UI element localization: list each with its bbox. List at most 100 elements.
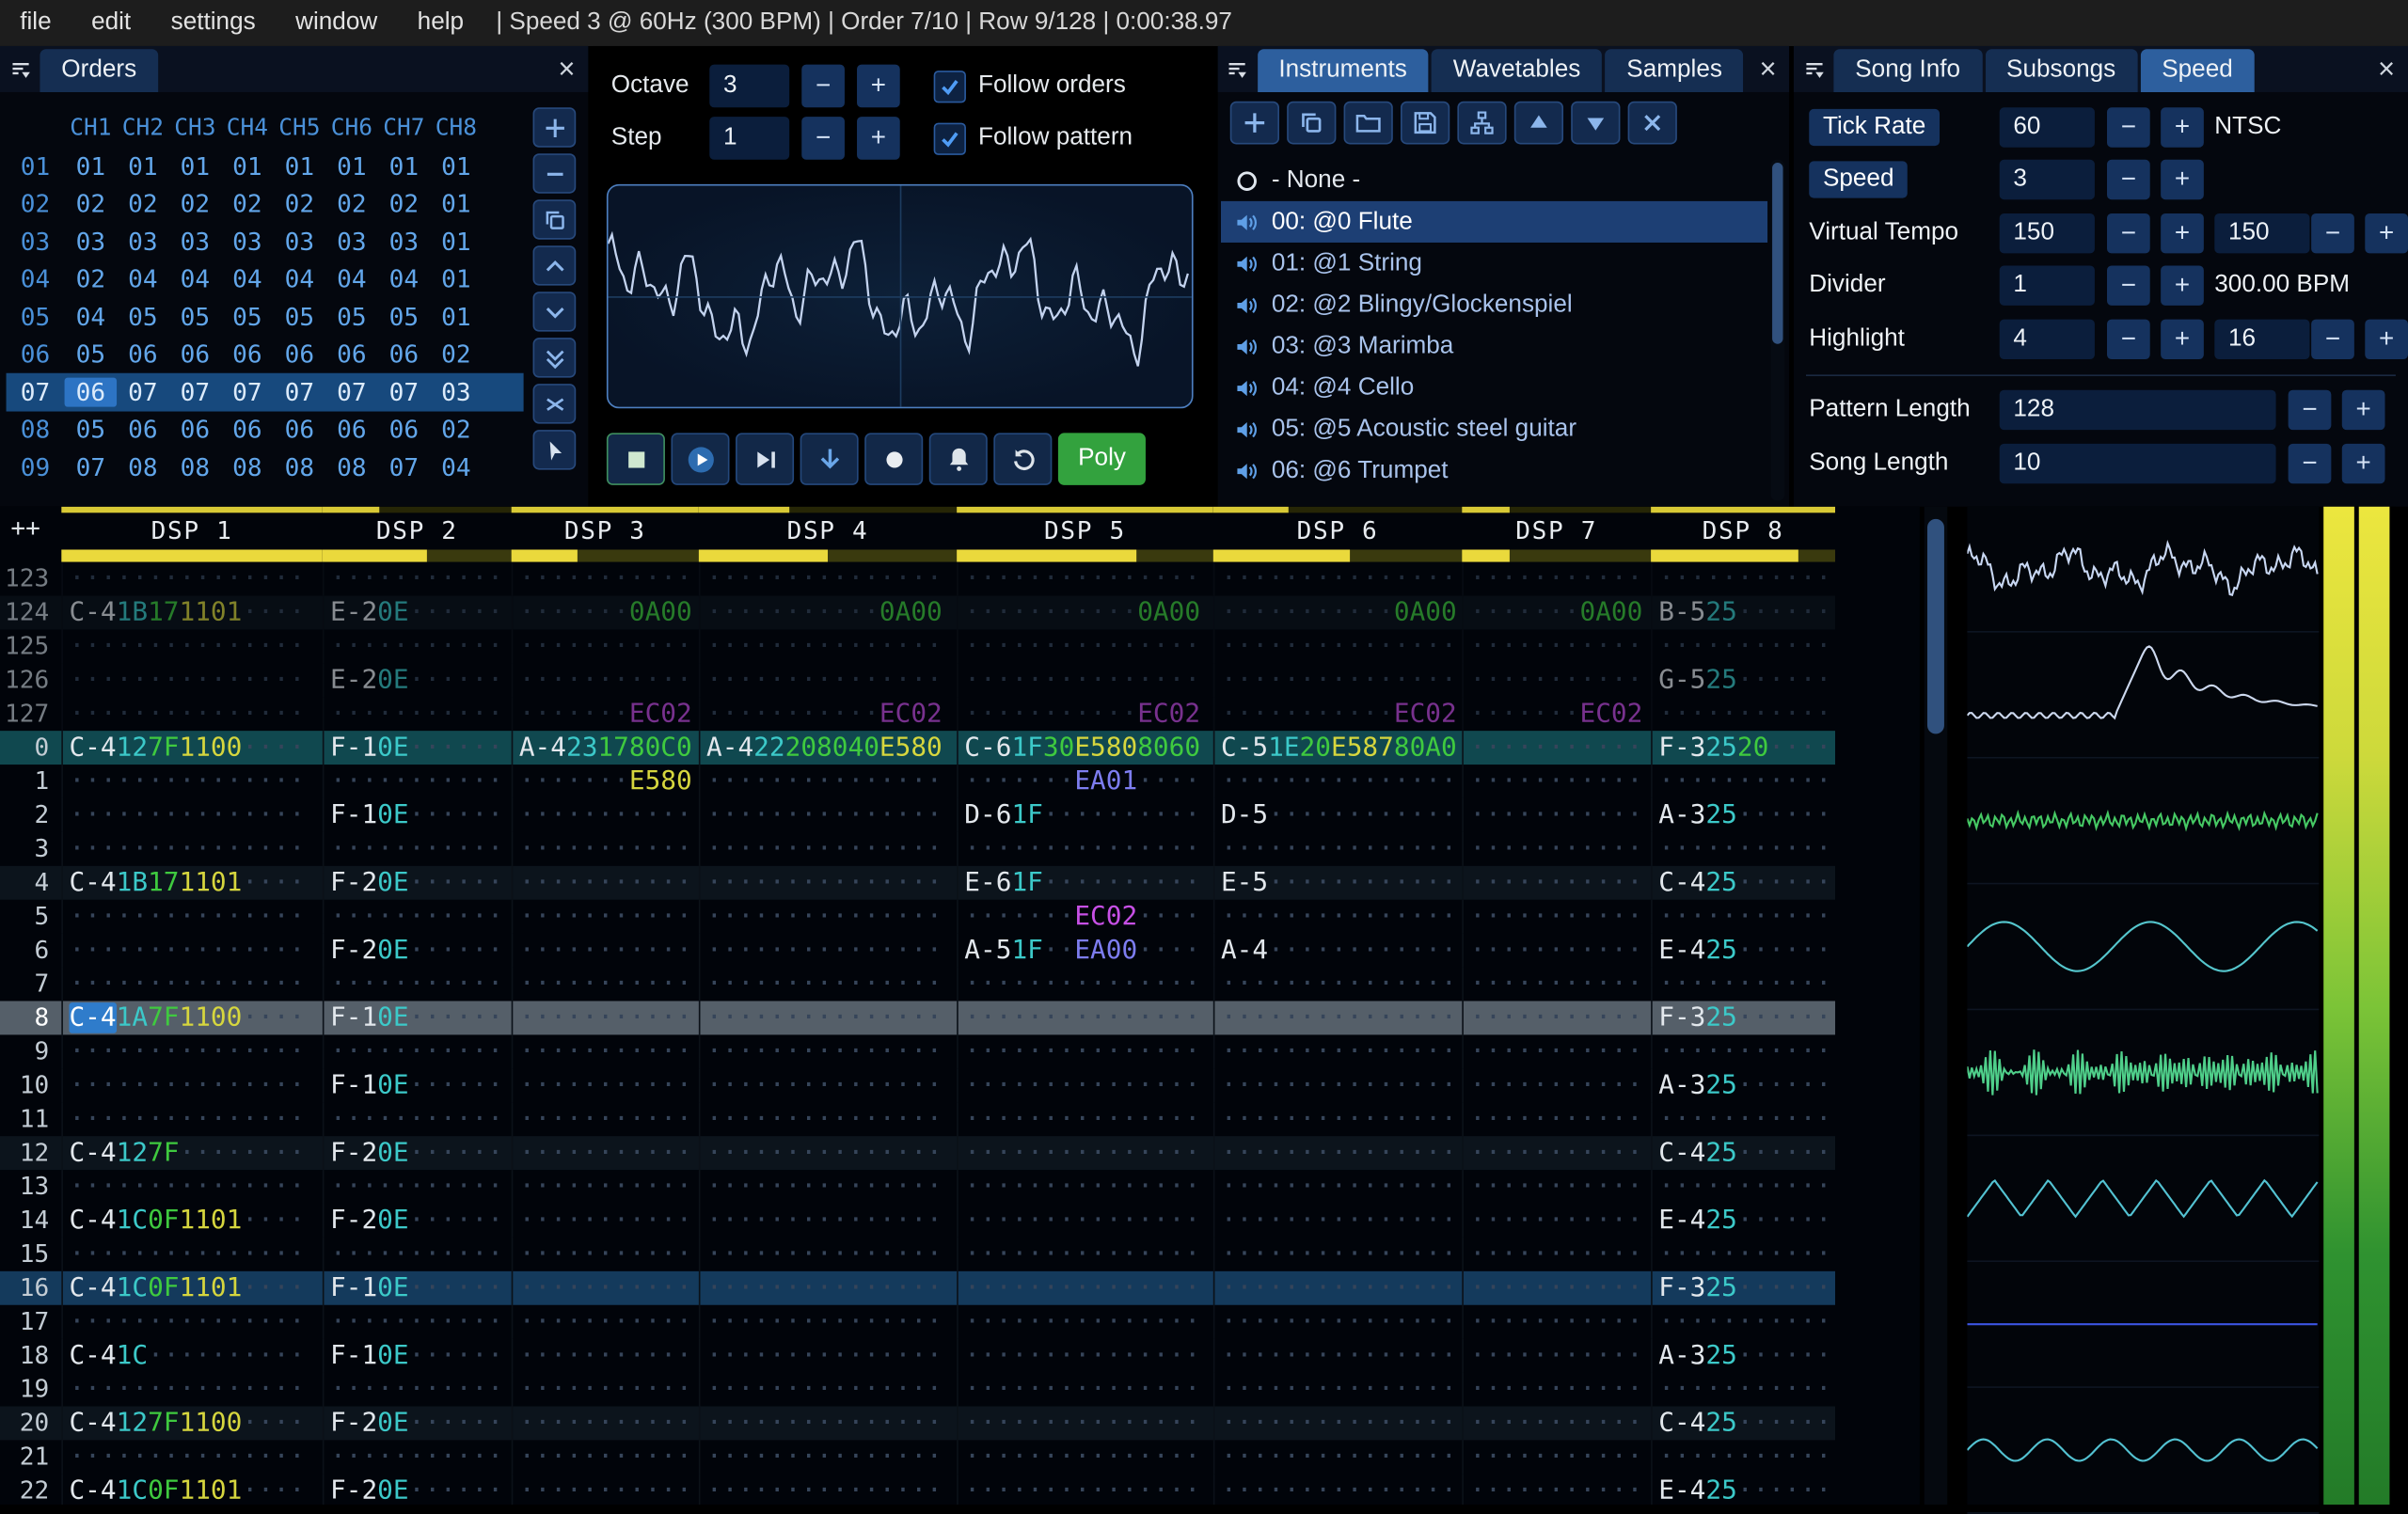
pattern-length-input[interactable]: 128 xyxy=(1999,389,2276,431)
pattern-cell[interactable]: ··············· xyxy=(698,1270,957,1305)
pattern-cell[interactable]: ··············· xyxy=(1212,1372,1462,1407)
order-cell[interactable]: 04 xyxy=(430,452,483,481)
order-double-down-button[interactable] xyxy=(532,338,577,378)
order-cell[interactable]: 05 xyxy=(169,302,222,331)
pattern-cell[interactable]: ··············· xyxy=(698,1406,957,1441)
pattern-cell[interactable]: ··············· xyxy=(1212,831,1462,866)
pattern-cell[interactable]: A-325······ xyxy=(1651,1338,1835,1373)
pattern-cell[interactable]: ··············· xyxy=(698,1474,957,1505)
pattern-cell[interactable]: ··········· xyxy=(1462,561,1651,596)
tab-instruments[interactable]: Instruments xyxy=(1257,49,1429,92)
pattern-cell[interactable]: ··············· xyxy=(957,1001,1213,1035)
pattern-cell[interactable]: ··········· xyxy=(1462,1001,1651,1035)
pattern-cell[interactable]: C-4127F········ xyxy=(61,1136,323,1171)
stop-button[interactable] xyxy=(606,433,665,485)
order-cell[interactable]: 02 xyxy=(325,189,378,218)
order-cell[interactable]: 06 xyxy=(169,415,222,444)
order-cell[interactable]: 07 xyxy=(221,377,274,406)
pattern-cell[interactable]: ··············· xyxy=(698,1440,957,1475)
pattern-cell[interactable]: F-20E······ xyxy=(322,1474,512,1505)
pattern-cell[interactable]: ··············· xyxy=(61,1237,323,1271)
order-cell[interactable]: 02 xyxy=(117,189,169,218)
order-row-id[interactable]: 01 xyxy=(7,151,65,181)
channel-header[interactable]: DSP 4 xyxy=(698,506,958,562)
order-cell[interactable]: 01 xyxy=(430,227,483,256)
metronome-button[interactable] xyxy=(928,433,988,485)
pattern-cell[interactable]: ··········· xyxy=(1651,831,1835,866)
order-cell[interactable]: 05 xyxy=(117,302,169,331)
order-cell[interactable]: 07 xyxy=(274,377,326,406)
window-menu-icon[interactable] xyxy=(1794,46,1833,92)
order-cell[interactable]: 02 xyxy=(274,189,326,218)
play-pattern-button[interactable] xyxy=(736,433,795,485)
pattern-cell[interactable]: ··············· xyxy=(61,899,323,934)
order-cell[interactable]: 02 xyxy=(430,339,483,369)
pattern-cell[interactable]: ··········· xyxy=(322,967,512,1001)
menu-settings[interactable]: settings xyxy=(150,9,275,37)
pattern-cell[interactable]: ··············· xyxy=(957,1372,1213,1407)
pattern-cell[interactable]: A-422208040E580 xyxy=(698,731,957,765)
pattern-cell[interactable]: ··········· xyxy=(511,1170,699,1204)
pattern-cell[interactable]: ··········· xyxy=(511,1338,699,1373)
virtual-tempo-den-decrease-button[interactable]: − xyxy=(2311,213,2354,254)
pattern-cell[interactable]: ··········· xyxy=(511,831,699,866)
pattern-cell[interactable]: ··············· xyxy=(1212,1474,1462,1505)
pattern-cell[interactable]: C-41A7F1100···· xyxy=(61,1001,323,1035)
pattern-cell[interactable]: ··········· xyxy=(1651,899,1835,934)
pattern-cell[interactable]: ··············· xyxy=(957,1304,1213,1339)
order-cell[interactable]: 01 xyxy=(221,151,274,181)
order-row-id[interactable]: 09 xyxy=(7,452,65,481)
menu-window[interactable]: window xyxy=(276,9,398,37)
order-cell[interactable]: 06 xyxy=(325,339,378,369)
tick-rate-increase-button[interactable]: + xyxy=(2161,107,2204,148)
octave-input[interactable]: 3 xyxy=(709,64,790,108)
pattern-cell[interactable]: ··············· xyxy=(698,1068,957,1103)
remove-order-button[interactable] xyxy=(532,153,577,194)
pattern-cell[interactable]: ··············· xyxy=(1212,1338,1462,1373)
menu-help[interactable]: help xyxy=(397,9,483,37)
octave-increase-button[interactable]: + xyxy=(857,64,900,108)
pattern-cell[interactable]: ··············· xyxy=(1212,1270,1462,1305)
pattern-cell[interactable]: ···········EC02 xyxy=(698,697,957,732)
pattern-cell[interactable]: ··············· xyxy=(698,1170,957,1204)
pattern-cell[interactable]: ··········· xyxy=(1651,1170,1835,1204)
order-cell[interactable]: 02 xyxy=(65,189,118,218)
order-cell[interactable]: 01 xyxy=(65,151,118,181)
pattern-cell[interactable]: ··············· xyxy=(1212,1136,1462,1171)
pattern-length-increase-button[interactable]: + xyxy=(2341,389,2385,431)
pattern-cell[interactable]: ··········· xyxy=(1462,663,1651,698)
pattern-cell[interactable]: ··········· xyxy=(1462,1237,1651,1271)
poly-button[interactable]: Poly xyxy=(1057,433,1147,485)
pattern-cell[interactable]: B-525······ xyxy=(1651,595,1835,630)
pattern-cell[interactable]: ··············· xyxy=(1212,967,1462,1001)
pattern-cell[interactable]: ··········· xyxy=(322,765,512,798)
close-icon[interactable]: × xyxy=(546,49,589,92)
song-length-increase-button[interactable]: + xyxy=(2341,443,2385,484)
order-cell[interactable]: 05 xyxy=(221,302,274,331)
pattern-cell[interactable]: ··············· xyxy=(698,1304,957,1339)
repeat-button[interactable] xyxy=(993,433,1053,485)
pattern-cell[interactable]: ··········· xyxy=(1462,831,1651,866)
order-cell[interactable]: 08 xyxy=(169,452,222,481)
instrument-item[interactable]: 01: @1 String xyxy=(1221,243,1767,284)
open-instrument-button[interactable] xyxy=(1343,101,1393,145)
pattern-cell[interactable]: ··········· xyxy=(511,1440,699,1475)
order-cell[interactable]: 06 xyxy=(378,339,431,369)
pattern-cell[interactable]: C-41C·········· xyxy=(61,1338,323,1373)
order-cell[interactable]: 05 xyxy=(378,302,431,331)
add-instrument-button[interactable] xyxy=(1229,101,1279,145)
pattern-cell[interactable]: ··············· xyxy=(1212,899,1462,934)
order-cell[interactable]: 04 xyxy=(221,264,274,293)
pattern-cell[interactable]: ··············· xyxy=(957,1068,1213,1103)
pattern-cell[interactable]: ··············· xyxy=(61,561,323,596)
pattern-cell[interactable]: ·······EC02 xyxy=(1462,697,1651,732)
channel-header[interactable]: DSP 3 xyxy=(511,506,699,562)
pattern-cell[interactable]: A-4············ xyxy=(1212,933,1462,968)
virtual-tempo-num-increase-button[interactable]: + xyxy=(2161,213,2204,254)
order-cell[interactable]: 03 xyxy=(430,377,483,406)
pattern-cell[interactable]: ··············· xyxy=(698,865,957,900)
pattern-cell[interactable]: ··········· xyxy=(1651,697,1835,732)
highlight-second-increase-button[interactable]: + xyxy=(2365,319,2408,360)
pattern-cell[interactable]: ··········· xyxy=(1462,1474,1651,1505)
pattern-cell[interactable]: ··············· xyxy=(698,1136,957,1171)
